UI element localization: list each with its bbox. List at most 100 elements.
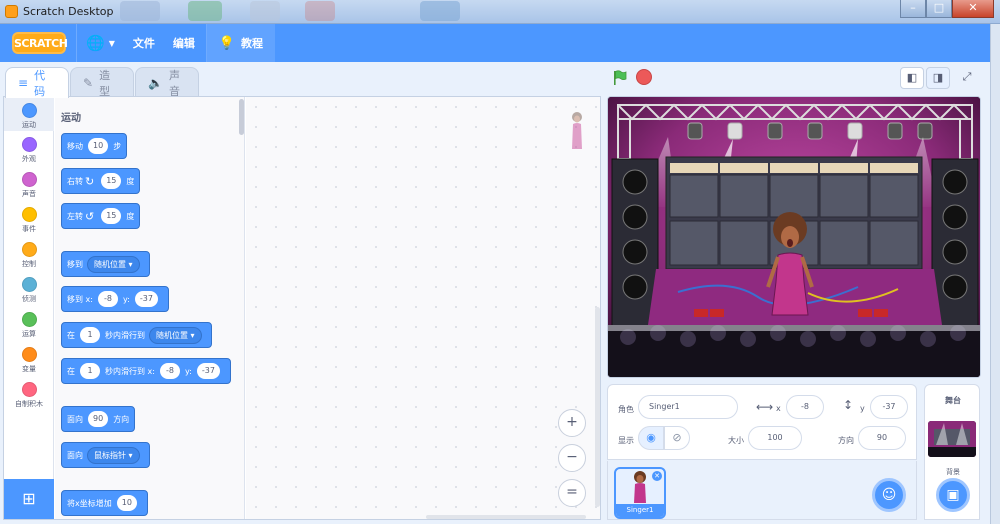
block-input[interactable]: 90 [88, 411, 109, 427]
block-goto-xy[interactable]: 移到 x: -8 y: -37 [61, 286, 169, 312]
add-extension-button[interactable]: ⊞ [4, 479, 54, 519]
choose-backdrop-button[interactable]: ▣ [936, 478, 970, 512]
block-text: 面向 [67, 414, 83, 424]
category-sensing[interactable]: 侦测 [4, 277, 54, 304]
choose-sprite-button[interactable]: ☺ [872, 478, 906, 512]
block-glide-to[interactable]: 在 1 秒内滑行到 随机位置 ▾ [61, 322, 212, 348]
sprite-preview-icon [572, 112, 582, 149]
stage[interactable] [607, 96, 981, 378]
scratch-logo[interactable]: SCRATCH [12, 32, 68, 54]
script-workspace[interactable]: + − = [246, 97, 600, 519]
block-text: 面向 [67, 450, 83, 460]
show-sprite-button[interactable]: ◉ [638, 426, 664, 450]
size-input[interactable]: 100 [748, 426, 802, 450]
block-input[interactable]: 1 [80, 363, 100, 379]
block-goto[interactable]: 移到 随机位置 ▾ [61, 251, 150, 277]
category-operators[interactable]: 运算 [4, 312, 54, 339]
block-dropdown[interactable]: 随机位置 ▾ [87, 255, 140, 273]
green-flag-icon[interactable] [612, 70, 628, 86]
block-input[interactable]: 15 [101, 173, 122, 189]
y-input[interactable]: -37 [870, 395, 908, 419]
block-turn-right[interactable]: 右转 ↻ 15 度 [61, 168, 141, 194]
background-icon [305, 1, 335, 21]
window-title-bar: Scratch Desktop – □ ✕ [0, 0, 1000, 24]
category-dot-icon [21, 382, 37, 397]
direction-input[interactable]: 90 [858, 426, 906, 450]
category-my-blocks[interactable]: 自制积木 [4, 382, 54, 409]
speaker-icon: 🔈 [148, 75, 163, 90]
block-input[interactable]: -37 [196, 363, 220, 379]
hide-sprite-button[interactable]: ⊘ [664, 426, 690, 450]
workspace-scrollbar[interactable] [595, 307, 600, 507]
window-scrollbar[interactable] [990, 24, 1000, 524]
palette-scrollbar[interactable] [239, 99, 244, 135]
file-menu[interactable]: 文件 [124, 24, 164, 62]
language-menu[interactable]: 🌐 ▼ [77, 24, 124, 62]
fullscreen-button[interactable]: ⤢ [955, 67, 979, 89]
globe-icon: 🌐 [86, 34, 105, 52]
block-point-direction[interactable]: 面向 90 方向 [61, 406, 136, 432]
palette-heading: 运动 [61, 113, 81, 124]
category-variables[interactable]: 变量 [4, 347, 54, 374]
eye-slash-icon: ⊘ [672, 431, 682, 444]
category-label: 侦测 [22, 295, 36, 303]
tab-sounds[interactable]: 🔈 声音 [135, 67, 199, 98]
sprite-name-label: 角色 [618, 405, 634, 414]
stop-button[interactable] [636, 69, 652, 85]
category-looks[interactable]: 外观 [4, 137, 54, 164]
block-text: 移动 [67, 141, 83, 151]
category-sound[interactable]: 声音 [4, 172, 54, 199]
block-text: 左转 [67, 211, 83, 221]
block-input[interactable]: -37 [134, 291, 158, 307]
block-input[interactable]: -8 [97, 291, 118, 307]
show-label: 显示 [618, 436, 634, 445]
stage-thumbnail[interactable] [928, 421, 976, 457]
large-stage-button[interactable]: ◨ [926, 67, 950, 89]
block-dropdown[interactable]: 鼠标指针 ▾ [87, 446, 140, 464]
block-input[interactable]: 15 [101, 208, 122, 224]
y-label: y [860, 404, 865, 413]
maximize-button[interactable]: □ [926, 0, 952, 18]
edit-menu[interactable]: 编辑 [164, 24, 204, 62]
x-input[interactable]: -8 [786, 395, 824, 419]
small-stage-button[interactable]: ◧ [900, 67, 924, 89]
category-dot-icon [21, 277, 37, 292]
workspace-hscrollbar[interactable] [426, 515, 586, 519]
block-point-towards[interactable]: 面向 鼠标指针 ▾ [61, 442, 150, 468]
category-label: 变量 [22, 365, 36, 373]
category-label: 运动 [22, 121, 36, 129]
category-control[interactable]: 控制 [4, 242, 54, 269]
block-input[interactable]: -8 [159, 363, 180, 379]
minimize-button[interactable]: – [900, 0, 926, 18]
zoom-out-button[interactable]: − [558, 444, 586, 472]
block-text: 右转 [67, 176, 83, 186]
category-label: 声音 [22, 190, 36, 198]
brush-icon: ✎ [83, 75, 94, 90]
category-dot-icon [21, 172, 37, 187]
category-events[interactable]: 事件 [4, 207, 54, 234]
small-stage-icon: ◧ [906, 71, 918, 84]
tab-code[interactable]: ≡ 代码 [5, 67, 69, 98]
block-text: y: [184, 366, 192, 376]
delete-sprite-button[interactable]: ✕ [652, 471, 662, 481]
lightbulb-icon: 💡 [218, 35, 236, 51]
block-move-steps[interactable]: 移动 10 步 [61, 133, 128, 159]
sprite-thumbnail[interactable]: ✕ Singer1 [614, 467, 666, 519]
sprite-name-input[interactable]: Singer1 [638, 395, 738, 419]
block-input[interactable]: 1 [80, 327, 100, 343]
block-input[interactable]: 10 [116, 495, 137, 511]
eye-icon: ◉ [646, 431, 656, 444]
close-button[interactable]: ✕ [952, 0, 994, 18]
block-glide-xy[interactable]: 在 1 秒内滑行到 x: -8 y: -37 [61, 358, 231, 384]
tutorials-menu[interactable]: 💡 教程 [206, 24, 276, 62]
block-dropdown[interactable]: 随机位置 ▾ [149, 326, 202, 344]
tab-costumes[interactable]: ✎ 造型 [70, 67, 134, 98]
zoom-in-button[interactable]: + [558, 409, 586, 437]
rotate-right-icon: ↻ [85, 174, 95, 188]
block-change-x[interactable]: 将x坐标增加 10 [61, 490, 148, 516]
code-area: 运动 外观 声音 事件 控制 侦测 运算 变量 自制积木 ⊞ 运动 移动 10 … [3, 96, 601, 520]
block-input[interactable]: 10 [88, 138, 109, 154]
zoom-reset-button[interactable]: = [558, 479, 586, 507]
block-turn-left[interactable]: 左转 ↺ 15 度 [61, 203, 141, 229]
category-motion[interactable]: 运动 [4, 97, 54, 131]
